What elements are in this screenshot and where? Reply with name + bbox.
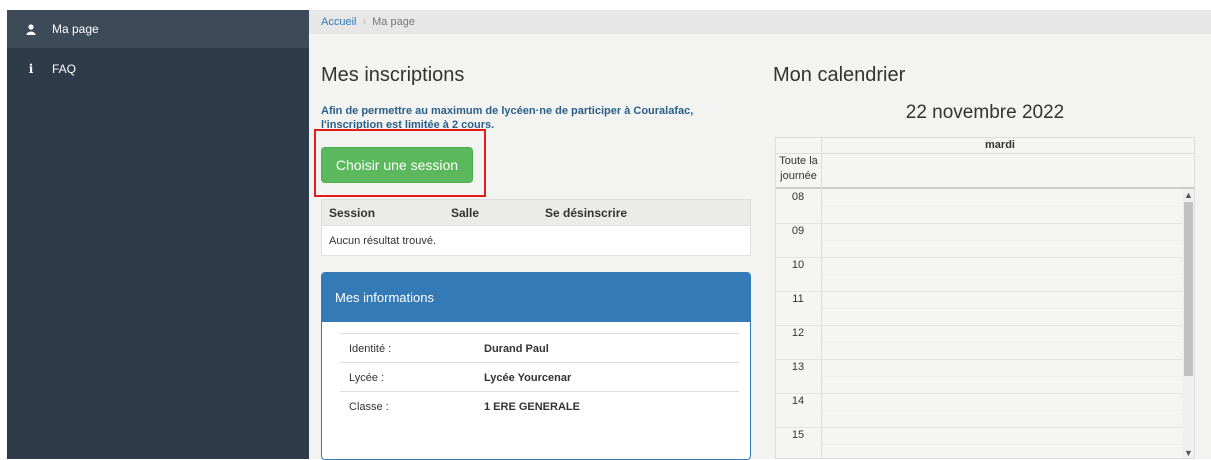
info-label: Classe : bbox=[349, 400, 389, 413]
column-header-salle: Salle bbox=[451, 205, 480, 220]
inscriptions-notice: Afin de permettre au maximum de lycéen·n… bbox=[321, 105, 694, 131]
inscriptions-title: Mes inscriptions bbox=[321, 64, 465, 86]
sidebar-item-faq[interactable]: i FAQ bbox=[7, 50, 309, 88]
calendar-gutter-line bbox=[821, 138, 822, 458]
calendar-hour-label: 12 bbox=[791, 327, 805, 339]
calendar-hour-row[interactable]: 13 bbox=[776, 359, 1182, 394]
calendar-title: Mon calendrier bbox=[773, 64, 906, 86]
info-value: 1 ERE GENERALE bbox=[484, 400, 580, 413]
calendar-hour-row[interactable]: 12 bbox=[776, 325, 1182, 360]
calendar-hour-label: 14 bbox=[791, 395, 805, 407]
scroll-thumb[interactable] bbox=[1184, 202, 1193, 376]
informations-title: Mes informations bbox=[322, 273, 750, 322]
column-header-session: Session bbox=[329, 205, 376, 220]
calendar-half-hour-line bbox=[822, 308, 1182, 309]
scroll-up-icon[interactable]: ▲ bbox=[1182, 189, 1194, 201]
calendar-hour-row[interactable]: 09 bbox=[776, 223, 1182, 258]
calendar-half-hour-line bbox=[822, 444, 1182, 445]
calendar-half-hour-line bbox=[822, 206, 1182, 207]
calendar-half-hour-line bbox=[822, 376, 1182, 377]
table-empty-row: Aucun résultat trouvé. bbox=[321, 226, 751, 256]
user-icon bbox=[24, 23, 38, 35]
calendar-header: mardi bbox=[776, 138, 1194, 154]
breadcrumb: Accueil › Ma page bbox=[321, 16, 415, 28]
calendar-hour-row[interactable]: 15 bbox=[776, 427, 1182, 458]
calendar-half-hour-line bbox=[822, 240, 1182, 241]
calendar-hour-label: 11 bbox=[792, 293, 804, 305]
info-row-identite: Identité : Durand Paul bbox=[340, 333, 739, 363]
info-value: Durand Paul bbox=[484, 342, 549, 355]
calendar-all-day-label: Toute la journée bbox=[779, 155, 818, 182]
informations-panel: Mes informations Identité : Durand Paul … bbox=[321, 272, 751, 460]
calendar: mardi Toute la journée 08 09 10 11 12 13 14 15 … bbox=[775, 137, 1195, 459]
calendar-hour-label: 10 bbox=[791, 259, 805, 271]
calendar-hour-label: 08 bbox=[791, 191, 805, 203]
breadcrumb-separator: › bbox=[362, 16, 367, 28]
calendar-hour-row[interactable]: 10 bbox=[776, 257, 1182, 292]
breadcrumb-home-link[interactable]: Accueil bbox=[321, 16, 356, 28]
calendar-hour-row[interactable]: 14 bbox=[776, 393, 1182, 428]
calendar-half-hour-line bbox=[822, 410, 1182, 411]
info-label: Lycée : bbox=[349, 371, 385, 384]
info-label: Identité : bbox=[349, 342, 392, 355]
breadcrumb-bar: Accueil › Ma page bbox=[309, 10, 1211, 34]
calendar-hour-row[interactable]: 08 bbox=[776, 189, 1182, 224]
sidebar-item-label: Ma page bbox=[52, 22, 99, 36]
table-header: Session Salle Se désinscrire bbox=[321, 199, 751, 226]
calendar-half-hour-line bbox=[822, 274, 1182, 275]
sidebar-item-ma-page[interactable]: Ma page bbox=[7, 10, 309, 48]
inscriptions-table: Session Salle Se désinscrire Aucun résul… bbox=[321, 199, 751, 256]
info-value: Lycée Yourcenar bbox=[484, 371, 572, 384]
main-content: Accueil › Ma page Mes inscriptions Afin de… bbox=[309, 10, 1211, 460]
column-header-desinscrire: Se désinscrire bbox=[545, 205, 628, 220]
calendar-date: 22 novembre 2022 bbox=[905, 102, 1065, 123]
sidebar-item-label: FAQ bbox=[52, 62, 77, 76]
sidebar: Ma page i FAQ bbox=[7, 10, 309, 459]
breadcrumb-current: Ma page bbox=[372, 16, 415, 28]
info-row-lycee: Lycée : Lycée Yourcenar bbox=[340, 362, 739, 392]
calendar-hour-label: 13 bbox=[791, 361, 805, 373]
calendar-all-day-row[interactable] bbox=[776, 154, 1194, 189]
calendar-hour-row[interactable]: 11 bbox=[776, 291, 1182, 326]
info-icon: i bbox=[28, 62, 34, 76]
calendar-day-label: mardi bbox=[985, 139, 1015, 151]
scroll-down-icon[interactable]: ▼ bbox=[1182, 447, 1194, 458]
calendar-hour-label: 15 bbox=[791, 429, 805, 441]
calendar-scrollbar[interactable]: ▲ ▼ bbox=[1182, 189, 1194, 458]
calendar-half-hour-line bbox=[822, 342, 1182, 343]
calendar-hour-label: 09 bbox=[791, 225, 805, 237]
info-row-classe: Classe : 1 ERE GENERALE bbox=[340, 391, 739, 421]
choose-session-button[interactable]: Choisir une session bbox=[321, 147, 473, 183]
